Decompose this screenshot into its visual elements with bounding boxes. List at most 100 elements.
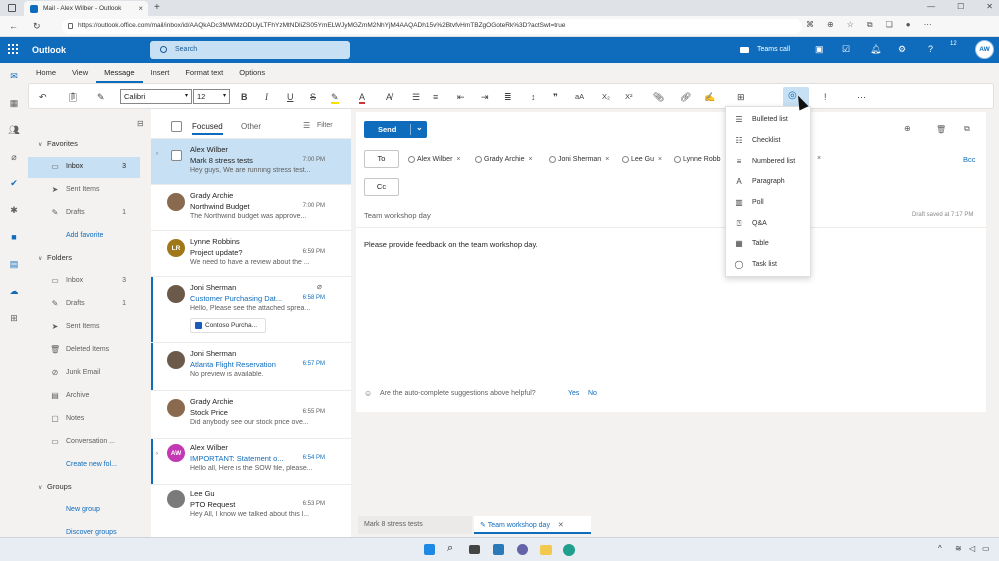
new-group-link[interactable]: New group — [28, 500, 140, 521]
zoom-icon[interactable]: ⊕ — [904, 124, 911, 133]
word-icon[interactable]: ▤ — [8, 258, 20, 270]
remove-icon[interactable]: × — [528, 156, 532, 163]
teams-app-icon[interactable]: ■ — [8, 231, 20, 243]
favorite-inbox[interactable]: ▭ Inbox 3 — [28, 157, 140, 178]
discover-groups-link[interactable]: Discover groups — [28, 523, 140, 537]
italic-icon[interactable]: I — [265, 90, 268, 104]
decrease-indent-icon[interactable]: ⇤ — [457, 90, 465, 104]
tab-focused[interactable]: Focused — [192, 122, 223, 135]
send-button[interactable]: Send ⌄ — [364, 121, 427, 138]
tab-message[interactable]: Message — [96, 63, 143, 83]
back-icon[interactable]: ← — [9, 21, 18, 31]
to-button[interactable]: To — [364, 150, 399, 168]
extensions-icon[interactable]: ⧉ — [867, 20, 873, 30]
list-item[interactable]: Joni Sherman Atlanta Flight Reservation … — [151, 343, 351, 391]
align-icon[interactable]: ≣ — [504, 90, 512, 104]
minimize-icon[interactable]: — — [927, 2, 935, 11]
filter-label[interactable]: Filter — [317, 122, 333, 129]
remove-icon[interactable]: × — [605, 156, 609, 163]
cc-button[interactable]: Cc — [364, 178, 399, 196]
list-item[interactable]: Joni Sherman ⌀ Customer Purchasing Dat..… — [151, 277, 351, 343]
read-aloud-icon[interactable]: ⌘ — [806, 20, 814, 30]
strikethrough-icon[interactable]: S — [310, 90, 316, 104]
folder-archive[interactable]: ▤ Archive — [28, 386, 140, 407]
todo-check-icon[interactable]: ✔ — [8, 177, 20, 189]
list-item[interactable]: LR Lynne Robbins Project update? 6:59 PM… — [151, 231, 351, 277]
maximize-icon[interactable]: ☐ — [957, 2, 964, 11]
tab-home[interactable]: Home — [28, 63, 64, 83]
folder-inbox[interactable]: ▭ Inbox 3 — [28, 271, 140, 292]
filter-icon[interactable]: ☰ — [303, 121, 310, 130]
clipboard-icon[interactable]: 📋︎ — [67, 90, 78, 104]
remove-icon[interactable]: × — [658, 156, 662, 163]
bullets-icon[interactable]: ☰ — [412, 90, 420, 104]
search-input[interactable]: Search — [150, 41, 350, 59]
more-options-icon[interactable]: ⋯ — [857, 90, 866, 104]
font-case-icon[interactable]: aA — [575, 90, 584, 104]
subscript-icon[interactable]: X₂ — [602, 90, 610, 104]
tab-actions-icon[interactable] — [8, 4, 16, 12]
bcc-button[interactable]: Bcc — [963, 155, 976, 164]
favorite-icon[interactable]: ☆ — [847, 20, 854, 30]
format-painter-icon[interactable]: ✎ — [97, 90, 105, 104]
font-family-select[interactable]: Calibri ▾ — [120, 89, 192, 104]
recipient-chip[interactable]: Joni Sherman × — [549, 153, 609, 165]
profile-icon[interactable]: ● — [906, 20, 911, 30]
favorites-header[interactable]: ∨ Favorites — [38, 139, 78, 148]
line-spacing-icon[interactable]: ↕ — [531, 90, 536, 104]
collapse-pane-icon[interactable]: ⊟ — [137, 119, 144, 128]
folder-sent-items[interactable]: ➤ Sent Items — [28, 317, 140, 338]
battery-icon[interactable]: ▭ — [982, 544, 990, 553]
message-body[interactable]: Please provide feedback on the team work… — [364, 240, 538, 249]
widgets-icon[interactable] — [493, 544, 504, 555]
attach-icon[interactable]: ⌀ — [8, 151, 20, 163]
folders-header[interactable]: ∨ Folders — [38, 253, 72, 262]
bold-icon[interactable]: B — [241, 90, 248, 104]
browser-tab[interactable]: Mail - Alex Wilber - Outlook × — [24, 1, 148, 16]
remove-icon[interactable]: × — [817, 155, 821, 162]
yammer-icon[interactable]: ✱ — [8, 204, 20, 216]
tab-other[interactable]: Other — [241, 122, 261, 131]
clear-format-icon[interactable]: A̸ — [386, 90, 392, 104]
apps-icon[interactable]: ⊞ — [8, 312, 20, 324]
recipient-chip[interactable]: Lynne Robb — [674, 153, 721, 165]
font-size-select[interactable]: 12 ▾ — [193, 89, 230, 104]
folder-deleted-items[interactable]: 🗑︎ Deleted Items — [28, 340, 140, 361]
avatar[interactable]: AW — [975, 40, 994, 59]
underline-icon[interactable]: U — [287, 90, 294, 104]
todo-icon[interactable]: ☑ — [842, 44, 850, 55]
list-item[interactable]: Grady Archie Northwind Budget 7:00 PM Th… — [151, 185, 351, 231]
select-all-checkbox[interactable] — [171, 121, 182, 132]
signature-icon[interactable]: ✍ — [704, 90, 715, 104]
chat-icon[interactable] — [517, 544, 528, 555]
chevron-up-icon[interactable]: ^ — [938, 544, 942, 553]
priority-icon[interactable]: ! — [824, 90, 827, 104]
list-item[interactable]: › AW Alex Wilber IMPORTANT: Statement o.… — [151, 439, 351, 485]
tab-format-text[interactable]: Format text — [177, 63, 231, 83]
attachment-chip[interactable]: Contoso Purcha... — [190, 318, 266, 333]
new-tab-icon[interactable]: + — [154, 2, 160, 13]
refresh-icon[interactable]: ↻ — [33, 21, 41, 32]
create-new-folder-link[interactable]: Create new fol... — [28, 455, 140, 476]
list-item[interactable]: Lee Gu PTO Request 6:53 PM Hey All, I kn… — [151, 485, 351, 537]
increase-indent-icon[interactable]: ⇥ — [481, 90, 489, 104]
folder-conversation-history[interactable]: ▭ Conversation ... — [28, 432, 140, 453]
draft-tab-active[interactable]: ✎ Team workshop day ✕ — [474, 516, 591, 534]
menu-item-checklist[interactable]: ☷ Checklist — [726, 131, 810, 151]
list-item[interactable]: Grady Archie Stock Price 6:55 PM Did any… — [151, 391, 351, 439]
list-item[interactable]: › Alex Wilber Mark 8 stress tests 7:00 P… — [151, 139, 351, 185]
menu-item-numbered-list[interactable]: ≡ Numbered list — [726, 152, 810, 172]
volume-icon[interactable]: ◁ — [969, 544, 975, 553]
draft-tab[interactable]: Mark 8 stress tests — [358, 516, 472, 534]
bell-icon[interactable]: 🔔︎ — [870, 44, 881, 55]
folder-drafts[interactable]: ✎ Drafts 1 — [28, 294, 140, 315]
more-icon[interactable]: ⋯ — [924, 20, 932, 30]
feedback-yes-link[interactable]: Yes — [568, 390, 579, 397]
edge-browser-icon[interactable] — [563, 544, 575, 556]
groups-header[interactable]: ∨ Groups — [38, 482, 72, 491]
zoom-icon[interactable]: ⊕ — [827, 20, 834, 30]
link-icon[interactable]: 🔗︎ — [680, 90, 691, 104]
menu-item-qa[interactable]: ⍰ Q&A — [726, 214, 810, 234]
menu-item-paragraph[interactable]: A Paragraph — [726, 172, 810, 192]
table-icon[interactable]: ⊞ — [737, 90, 745, 104]
